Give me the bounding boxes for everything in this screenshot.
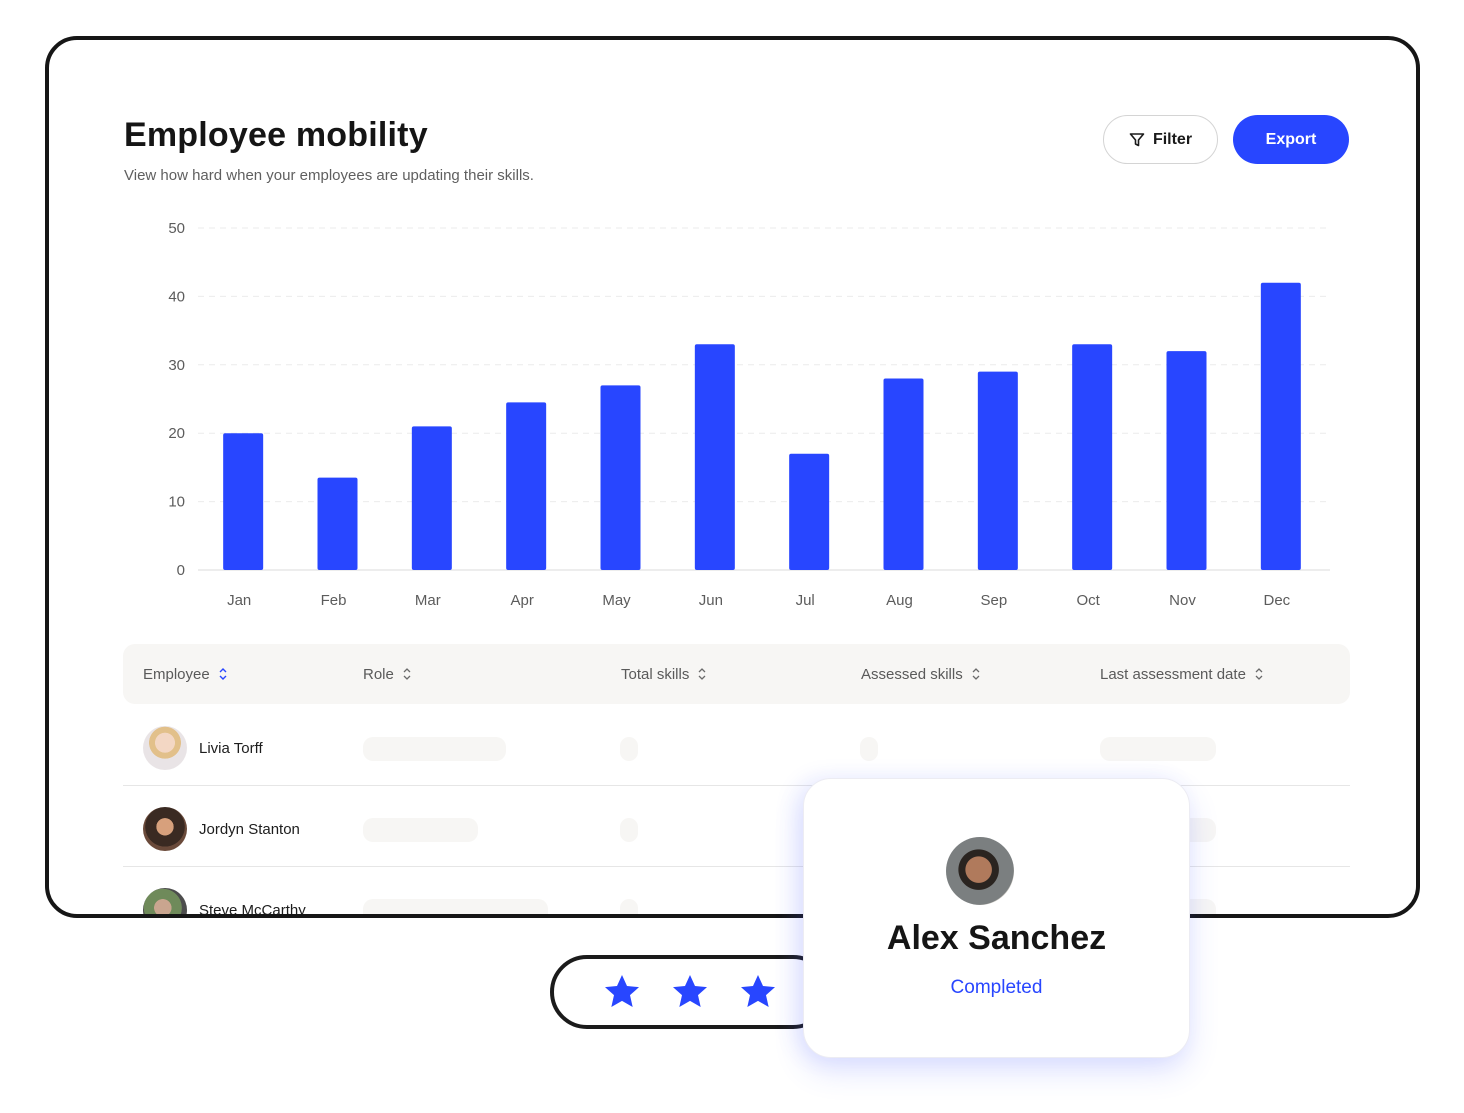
y-tick-label: 40 xyxy=(168,288,185,305)
column-header-last-assessment-date[interactable]: Last assessment date xyxy=(1100,644,1264,704)
column-label: Role xyxy=(363,665,394,683)
employee-name: Jordyn Stanton xyxy=(199,821,300,838)
x-tick-label: Dec xyxy=(1263,592,1290,609)
employee-name: Steve McCarthy xyxy=(199,902,306,918)
page-subtitle: View how hard when your employees are up… xyxy=(124,167,534,184)
bar-feb xyxy=(317,477,358,570)
x-tick-label: Nov xyxy=(1169,592,1196,609)
column-header-total-skills[interactable]: Total skills xyxy=(621,644,707,704)
filter-button-label: Filter xyxy=(1152,130,1193,148)
star-icon[interactable] xyxy=(601,972,643,1012)
x-tick-label: Apr xyxy=(510,592,533,609)
export-button[interactable]: Export xyxy=(1233,115,1349,164)
avatar xyxy=(143,888,187,914)
bar-mar xyxy=(411,426,452,570)
bar-may xyxy=(600,385,641,570)
x-tick-label: May xyxy=(602,592,631,609)
column-label: Last assessment date xyxy=(1100,665,1246,683)
dashboard-window: Employee mobility View how hard when you… xyxy=(45,36,1420,918)
assessment-status-link[interactable]: Completed xyxy=(804,977,1189,999)
total-skills-placeholder xyxy=(620,737,638,761)
avatar xyxy=(143,807,187,851)
table-header: Employee Role Total skills Assessed skil… xyxy=(123,644,1350,704)
bar-oct xyxy=(1072,344,1113,570)
avatar xyxy=(143,726,187,770)
bar-nov xyxy=(1166,351,1207,570)
assessed-skills-placeholder xyxy=(860,737,878,761)
table-row[interactable]: Livia Torff xyxy=(123,705,1350,786)
column-header-role[interactable]: Role xyxy=(363,644,412,704)
chart-canvas: 0 10 20 30 40 50 Jan Feb Mar Apr May Jun Jul Aug Sep Oc… xyxy=(168,220,1330,609)
star-rating xyxy=(550,955,830,1029)
avatar xyxy=(946,837,1014,905)
bar-jul xyxy=(789,453,830,570)
y-tick-label: 10 xyxy=(168,494,185,511)
export-button-label: Export xyxy=(1265,130,1317,148)
sort-updown-icon xyxy=(403,668,411,680)
sort-updown-icon xyxy=(698,668,706,680)
column-header-assessed-skills[interactable]: Assessed skills xyxy=(861,644,981,704)
role-placeholder xyxy=(363,899,548,914)
x-tick-label: Aug xyxy=(886,592,913,609)
column-label: Total skills xyxy=(621,665,690,683)
sort-updown-icon xyxy=(219,668,227,680)
column-label: Assessed skills xyxy=(861,665,963,683)
column-header-employee[interactable]: Employee xyxy=(143,644,228,704)
y-tick-label: 20 xyxy=(168,425,185,442)
sort-updown-icon xyxy=(972,668,980,680)
role-placeholder xyxy=(363,818,478,842)
role-placeholder xyxy=(363,737,506,761)
star-icon[interactable] xyxy=(669,972,711,1012)
filter-button[interactable]: Filter xyxy=(1103,115,1218,164)
bar-dec xyxy=(1260,282,1301,570)
total-skills-placeholder xyxy=(620,899,638,914)
star-icon[interactable] xyxy=(737,972,779,1012)
bar-sep xyxy=(977,371,1018,570)
profile-name: Alex Sanchez xyxy=(886,919,1107,957)
x-tick-label: Sep xyxy=(980,592,1007,609)
y-tick-label: 0 xyxy=(177,562,185,579)
employee-name: Livia Torff xyxy=(199,740,263,757)
y-tick-label: 30 xyxy=(168,357,185,374)
filter-funnel-icon xyxy=(1129,132,1145,146)
sort-updown-icon xyxy=(1255,668,1263,680)
x-tick-label: Oct xyxy=(1076,592,1100,609)
page-title: Employee mobility xyxy=(124,116,428,154)
x-tick-label: Feb xyxy=(321,592,347,609)
bar-jan xyxy=(223,433,264,570)
bar-jun xyxy=(694,344,735,570)
y-tick-label: 50 xyxy=(168,220,185,237)
total-skills-placeholder xyxy=(620,818,638,842)
x-tick-label: Jan xyxy=(227,592,251,609)
mobility-bar-chart: 0 10 20 30 40 50 Jan Feb Mar Apr May Jun Jul Aug Sep Oc… xyxy=(150,210,1350,620)
employee-profile-card[interactable]: Alex Sanchez Completed xyxy=(803,778,1190,1058)
x-tick-label: Mar xyxy=(415,592,441,609)
last-assessment-placeholder xyxy=(1100,737,1216,761)
x-tick-label: Jun xyxy=(699,592,723,609)
x-tick-label: Jul xyxy=(796,592,815,609)
bar-aug xyxy=(883,378,924,570)
column-label: Employee xyxy=(143,665,210,683)
bar-apr xyxy=(506,402,547,570)
